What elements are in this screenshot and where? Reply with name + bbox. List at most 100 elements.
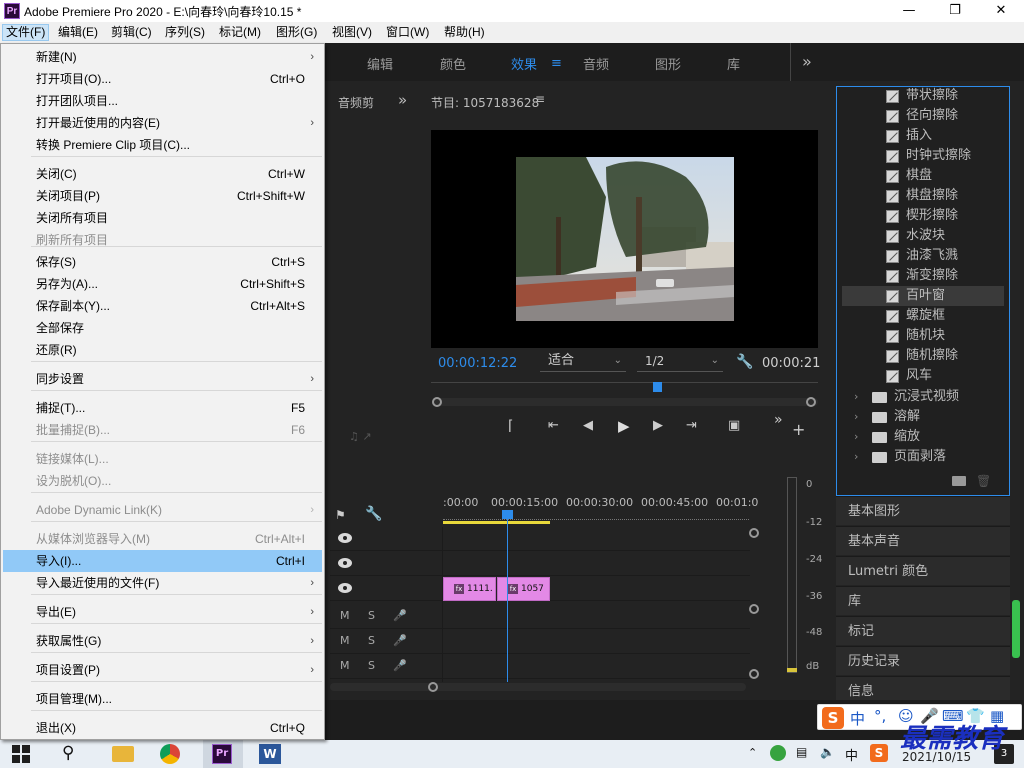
punctuation-icon[interactable]: °, <box>874 707 886 725</box>
file-menu-item[interactable]: 另存为(A)... Ctrl+Shift+S <box>3 273 322 295</box>
wrench-icon[interactable]: 🔧 <box>736 354 753 370</box>
timeline-scrollbar[interactable] <box>330 683 746 691</box>
workspace-menu-icon[interactable]: ≡ <box>551 56 562 71</box>
side-panel-tab[interactable]: 库 <box>836 586 1010 615</box>
menu-graphics[interactable]: 图形(G) <box>273 24 320 41</box>
timeline-zoom-handle[interactable] <box>428 682 438 692</box>
file-menu-item[interactable]: 项目管理(M)... <box>3 688 322 710</box>
file-menu-item[interactable]: 转换 Premiere Clip 项目(C)... <box>3 134 322 156</box>
file-menu-item[interactable]: 打开团队项目... <box>3 90 322 112</box>
file-menu-item[interactable]: 保存副本(Y)... Ctrl+Alt+S <box>3 295 322 317</box>
vertical-zoom-handle[interactable] <box>749 669 759 679</box>
minimize-icon[interactable]: — <box>886 0 932 22</box>
side-panel-tab[interactable]: 标记 <box>836 616 1010 645</box>
tab-effects[interactable]: 效果 <box>511 54 537 73</box>
menu-clip[interactable]: 剪辑(C) <box>108 24 155 41</box>
file-menu-item[interactable]: 获取属性(G) › <box>3 630 322 652</box>
effect-item[interactable]: 楔形擦除 <box>842 206 1004 226</box>
file-menu-item[interactable]: 全部保存 <box>3 317 322 339</box>
solo-button[interactable]: S <box>368 609 375 622</box>
input-language[interactable]: 中 <box>845 745 858 764</box>
menu-marker[interactable]: 标记(M) <box>216 24 264 41</box>
right-scrollbar[interactable] <box>1012 600 1020 658</box>
file-menu-item[interactable]: 导出(E) › <box>3 601 322 623</box>
file-menu-item[interactable]: 关闭(C) Ctrl+W <box>3 163 322 185</box>
menu-window[interactable]: 窗口(W) <box>383 24 432 41</box>
timeline-playhead[interactable] <box>507 510 508 682</box>
eye-icon[interactable] <box>338 558 352 568</box>
menu-edit[interactable]: 编辑(E) <box>55 24 101 41</box>
file-explorer-icon[interactable] <box>112 746 134 762</box>
side-panel-tab[interactable]: Lumetri 颜色 <box>836 556 1010 585</box>
go-to-in-icon[interactable]: ⇤ <box>548 418 559 433</box>
microphone-icon[interactable]: 🎤 <box>393 609 407 622</box>
scrub-ruler[interactable] <box>431 382 818 392</box>
timeline-clip[interactable]: fx 1057 <box>497 577 550 601</box>
play-icon[interactable]: ▶ <box>618 417 630 435</box>
effect-item[interactable]: 百叶窗 <box>842 286 1004 306</box>
file-menu-item[interactable]: 导入(I)... Ctrl+I <box>3 550 322 572</box>
file-menu-item[interactable]: 还原(R) <box>3 339 322 361</box>
vertical-zoom-handle[interactable] <box>749 528 759 538</box>
add-button-icon[interactable]: + <box>792 420 805 439</box>
file-menu-item[interactable]: 新建(N) › <box>3 46 322 68</box>
chevron-right-icon[interactable]: › <box>854 447 858 467</box>
file-menu-item[interactable]: 项目设置(P) › <box>3 659 322 681</box>
file-menu-item[interactable]: 打开项目(O)... Ctrl+O <box>3 68 322 90</box>
effect-item[interactable]: 螺旋框 <box>842 306 1004 326</box>
maximize-icon[interactable]: ❐ <box>932 0 978 22</box>
side-panel-tab[interactable]: 基本图形 <box>836 496 1010 525</box>
microphone-icon[interactable]: 🎤 <box>393 659 407 672</box>
sogou-tray-icon[interactable]: S <box>870 744 888 762</box>
chevron-right-icon[interactable]: › <box>854 407 858 427</box>
volume-icon[interactable]: 🔈 <box>820 745 835 759</box>
mute-button[interactable]: M <box>340 659 350 672</box>
menu-sequence[interactable]: 序列(S) <box>162 24 208 41</box>
close-icon[interactable]: ✕ <box>978 0 1024 22</box>
word-icon[interactable]: W <box>259 744 281 764</box>
vertical-zoom-handle[interactable] <box>749 604 759 614</box>
panel-menu-icon[interactable]: ≡ <box>535 92 545 106</box>
tray-app-icon[interactable] <box>770 745 786 761</box>
search-icon[interactable]: ⚲ <box>62 743 84 765</box>
effect-item[interactable]: 渐变擦除 <box>842 266 1004 286</box>
panel-expand-icon[interactable]: » <box>398 91 407 109</box>
zoom-handle-right[interactable] <box>806 397 816 407</box>
premiere-taskbar-icon[interactable]: Pr <box>212 744 232 764</box>
effect-folder[interactable]: › 页面剥落 <box>842 447 1004 467</box>
effect-item[interactable]: 水波块 <box>842 226 1004 246</box>
tab-color[interactable]: 颜色 <box>440 54 466 73</box>
side-panel-tab[interactable]: 基本声音 <box>836 526 1010 555</box>
playhead-marker[interactable] <box>653 382 662 392</box>
trash-icon[interactable]: 🗑 <box>976 474 991 488</box>
menu-file[interactable]: 文件(F) <box>2 24 50 41</box>
playhead-timecode[interactable]: 00:00:12:22 <box>438 356 517 371</box>
effect-item[interactable]: 随机块 <box>842 326 1004 346</box>
eye-icon[interactable] <box>338 583 352 593</box>
go-to-out-icon[interactable]: ⇥ <box>686 418 697 433</box>
solo-button[interactable]: S <box>368 659 375 672</box>
effect-item[interactable]: 带状擦除 <box>842 86 1004 106</box>
menu-help[interactable]: 帮助(H) <box>441 24 488 41</box>
chevron-right-icon[interactable]: › <box>854 387 858 407</box>
eye-icon[interactable] <box>338 533 352 543</box>
zoom-handle-left[interactable] <box>432 397 442 407</box>
solo-button[interactable]: S <box>368 634 375 647</box>
work-area-bar[interactable] <box>443 521 550 524</box>
microphone-icon[interactable]: 🎤 <box>393 634 407 647</box>
sogou-logo-icon[interactable]: S <box>822 707 844 729</box>
snap-icon[interactable]: ⚑ <box>335 508 346 522</box>
chevron-right-icon[interactable]: › <box>854 427 858 447</box>
step-forward-icon[interactable]: ▶ <box>653 418 663 433</box>
network-icon[interactable]: ▤ <box>796 745 807 759</box>
audio-clip-mixer-tab[interactable]: 音频剪 <box>338 94 374 111</box>
effect-item[interactable]: 棋盘 <box>842 166 1004 186</box>
more-controls-icon[interactable]: » <box>774 412 783 428</box>
zoom-scrollbar[interactable] <box>432 398 818 406</box>
more-workspaces-icon[interactable]: » <box>802 52 812 71</box>
file-menu-item[interactable]: 导入最近使用的文件(F) › <box>3 572 322 594</box>
export-frame-icon[interactable]: ▣ <box>728 418 740 433</box>
fit-select[interactable]: 适合 ⌄ <box>540 352 626 372</box>
mute-button[interactable]: M <box>340 634 350 647</box>
step-back-icon[interactable]: ◀ <box>583 418 593 433</box>
